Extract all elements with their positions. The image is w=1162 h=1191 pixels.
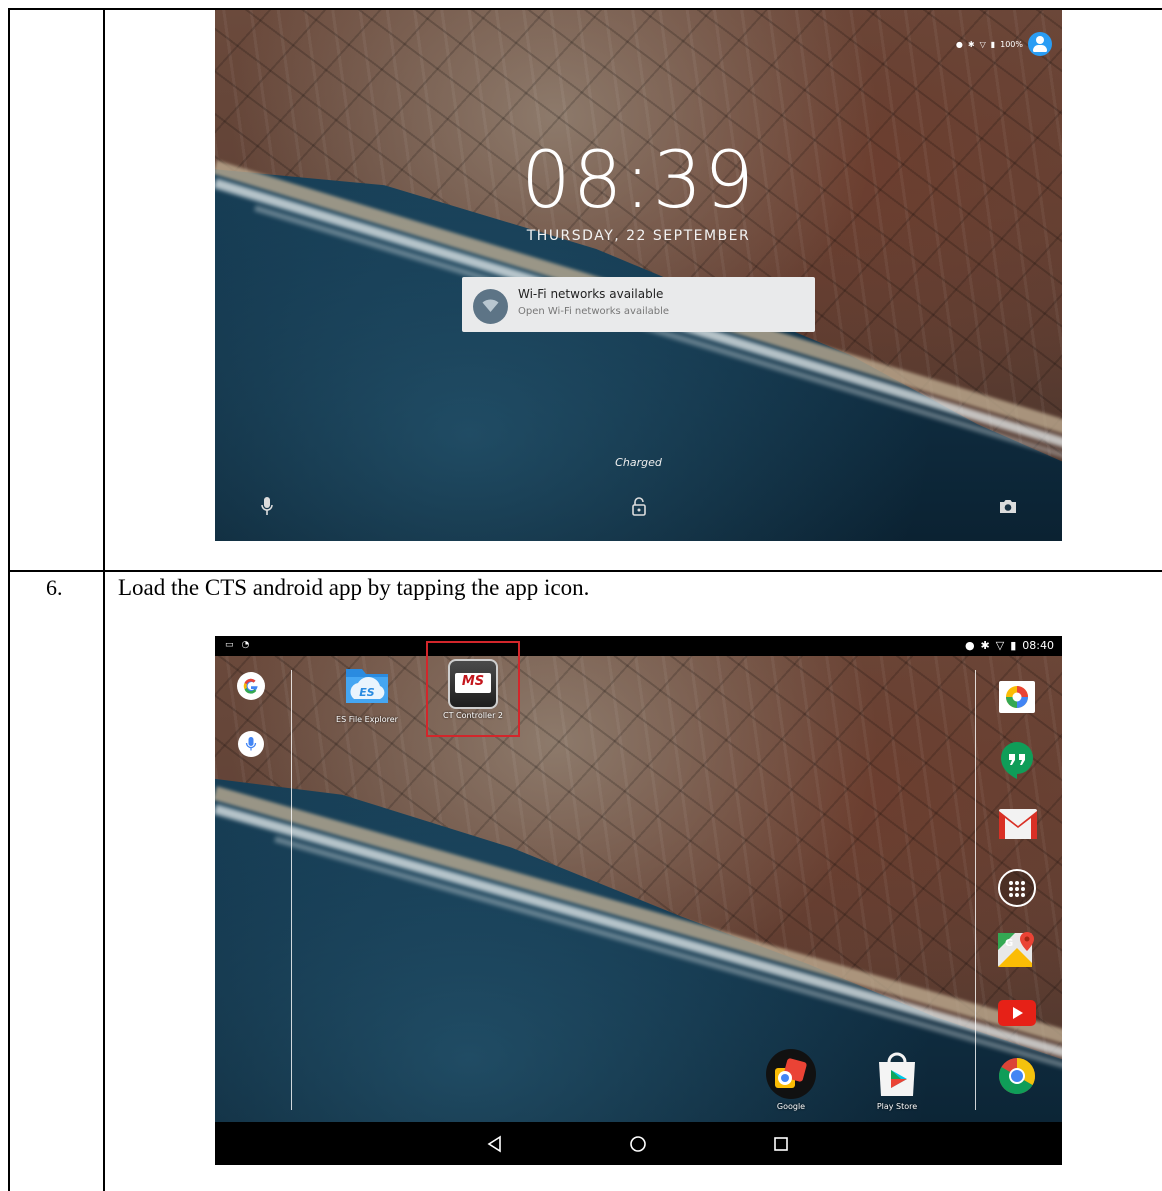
wifi-notification-icon: ◔ <box>241 640 250 650</box>
chrome-icon[interactable] <box>997 1056 1037 1096</box>
notification-subtitle: Open Wi-Fi networks available <box>518 306 670 317</box>
maps-icon[interactable]: G <box>997 930 1037 970</box>
youtube-icon[interactable] <box>997 998 1037 1028</box>
location-icon: ● <box>964 639 975 652</box>
es-file-explorer-icon: ES <box>346 669 388 703</box>
svg-text:G: G <box>1005 938 1013 949</box>
table-row-divider <box>8 570 1162 572</box>
wifi-notification-icon <box>473 289 508 324</box>
voice-search-icon[interactable] <box>238 731 264 757</box>
microphone-icon[interactable] <box>260 496 274 521</box>
table-border-left <box>8 8 10 1191</box>
camera-icon[interactable] <box>999 498 1017 519</box>
wifi-icon: ▽ <box>995 639 1005 652</box>
step-number: 6. <box>46 575 63 600</box>
step-instruction: Load the CTS android app by tapping the … <box>118 575 590 600</box>
app-label: Google <box>776 1102 806 1111</box>
battery-icon: ▮ <box>1010 639 1017 652</box>
gmail-icon[interactable] <box>998 808 1038 840</box>
app-es-file-explorer[interactable]: ES ES File Explorer <box>327 659 407 724</box>
lock-screen-screenshot: ● ✱ ▽ ▮ 100% 08:39 THURSDAY, 22 SEPTEMBE… <box>215 10 1062 541</box>
wifi-notification[interactable]: Wi-Fi networks available Open Wi-Fi netw… <box>462 277 815 332</box>
battery-percent: 100% <box>1000 39 1023 49</box>
table-column-divider <box>103 8 105 1191</box>
google-photos-folder-icon <box>766 1049 816 1099</box>
recents-button-icon[interactable] <box>769 1132 793 1156</box>
home-button-icon[interactable] <box>626 1132 650 1156</box>
bluetooth-icon: ✱ <box>980 639 990 652</box>
lock-status-bar: ● ✱ ▽ ▮ 100% <box>956 32 1052 56</box>
bluetooth-icon: ✱ <box>967 39 975 49</box>
svg-text:ES: ES <box>359 686 375 699</box>
search-divider <box>291 670 292 1110</box>
app-play-store[interactable]: Play Store <box>867 1048 927 1111</box>
status-bar: ▭ ◔ ● ✱ ▽ ▮ 08:40 <box>215 636 1062 656</box>
notification-title: Wi-Fi networks available <box>518 287 664 301</box>
navigation-bar <box>215 1122 1062 1165</box>
app-google-folder[interactable]: Google <box>763 1048 819 1111</box>
lock-date: THURSDAY, 22 SEPTEMBER <box>526 228 751 244</box>
home-screen-screenshot: ▭ ◔ ● ✱ ▽ ▮ 08:40 ES ES File Explorer MS… <box>215 636 1062 1165</box>
lock-icon[interactable] <box>631 496 647 521</box>
hangouts-icon[interactable] <box>998 740 1036 780</box>
photos-icon[interactable] <box>998 680 1036 714</box>
status-time: 08:40 <box>1022 639 1054 652</box>
battery-icon: ▮ <box>990 39 996 49</box>
lock-clock: 08:39 <box>521 136 756 226</box>
location-icon: ● <box>955 39 963 49</box>
back-button-icon[interactable] <box>483 1132 507 1156</box>
wifi-icon: ▽ <box>979 39 986 49</box>
app-label: ES File Explorer <box>336 715 398 724</box>
user-avatar-icon[interactable] <box>1028 32 1052 56</box>
charging-status: Charged <box>615 456 662 469</box>
play-store-icon <box>879 1052 915 1096</box>
app-highlight-box <box>426 641 520 737</box>
app-drawer-icon[interactable] <box>997 868 1037 908</box>
google-search-icon[interactable] <box>237 672 265 700</box>
dock-divider <box>975 670 976 1110</box>
app-label: Play Store <box>876 1102 918 1111</box>
screenshot-notification-icon: ▭ <box>225 640 234 650</box>
